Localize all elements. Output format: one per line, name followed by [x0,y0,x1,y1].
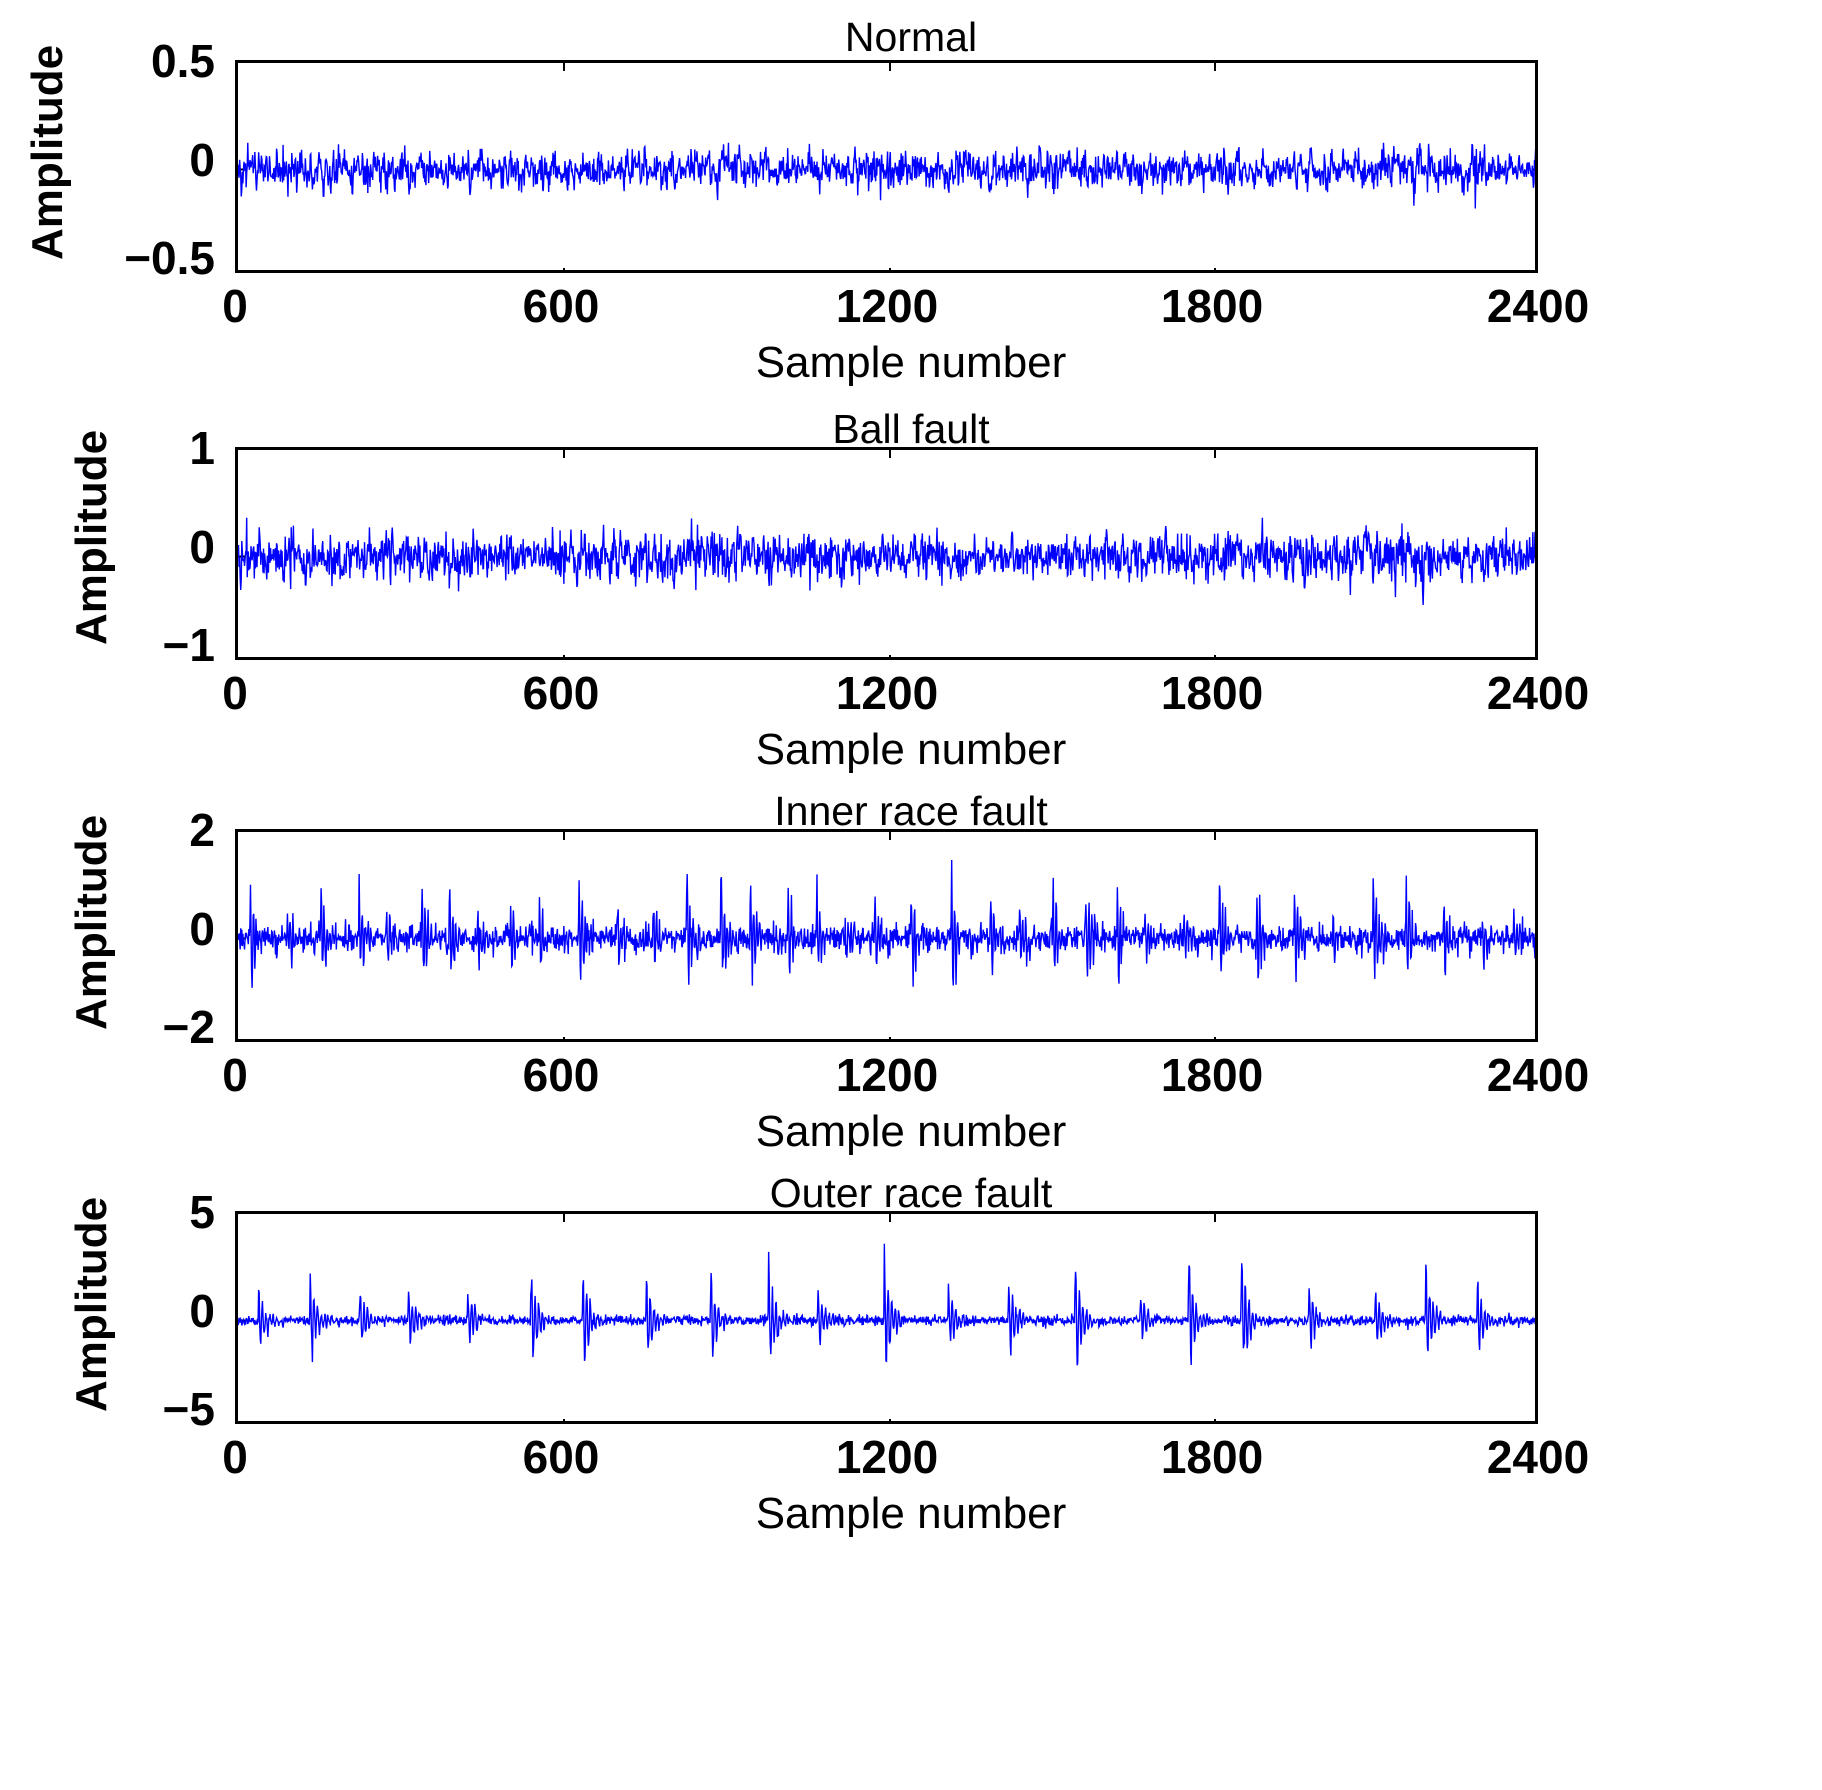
y-tick-inner-2: −2 [162,1001,215,1053]
plot-area-ball-fault [235,447,1538,660]
waveform-outer-race-fault [238,1243,1535,1366]
x-tick-outer-3: 1800 [1160,1431,1264,1483]
figure-root: Normal Amplitude 0.5 0 −0.5 0 600 1200 1… [0,0,1822,1790]
subplot-title-normal: Normal [844,14,978,60]
plot-area-normal [235,60,1538,273]
y-axis-label-inner-race-fault: Amplitude [67,814,116,1030]
x-tick-ball-0: 0 [222,667,248,719]
x-tick-normal-3: 1800 [1160,280,1264,332]
y-tick-inner-1: 0 [189,903,215,955]
x-tick-ball-1: 600 [522,667,600,719]
plot-area-inner-race-fault [235,829,1538,1042]
x-tick-outer-0: 0 [222,1431,248,1483]
y-tick-ball-2: −1 [162,619,215,671]
x-tick-outer-4: 2400 [1486,1431,1590,1483]
x-tick-normal-2: 1200 [835,280,939,332]
x-tick-outer-1: 600 [522,1431,600,1483]
x-tick-ball-4: 2400 [1486,667,1590,719]
signal-plot-ball-fault [238,450,1535,657]
waveform-normal [238,142,1535,209]
subplot-title-inner-race-fault: Inner race fault [774,788,1048,834]
waveform-ball-fault [238,517,1535,606]
y-axis-label-ball-fault: Amplitude [67,429,116,645]
y-axis-label-normal: Amplitude [23,44,72,260]
y-tick-normal-0: 0.5 [151,35,215,87]
y-tick-outer-0: 5 [189,1186,215,1238]
plot-area-outer-race-fault [235,1211,1538,1424]
x-tick-ball-2: 1200 [835,667,939,719]
y-axis-label-outer-race-fault: Amplitude [67,1196,116,1412]
x-tick-normal-1: 600 [522,280,600,332]
y-tick-ball-0: 1 [189,422,215,474]
x-tick-inner-0: 0 [222,1049,248,1101]
x-tick-outer-2: 1200 [835,1431,939,1483]
y-tick-outer-2: −5 [162,1383,215,1435]
subplot-title-outer-race-fault: Outer race fault [769,1170,1053,1216]
subplot-title-ball-fault: Ball fault [832,406,990,452]
waveform-inner-race-fault [238,859,1535,988]
x-tick-inner-1: 600 [522,1049,600,1101]
x-tick-normal-0: 0 [222,280,248,332]
y-tick-outer-1: 0 [189,1285,215,1337]
x-tick-ball-3: 1800 [1160,667,1264,719]
signal-plot-outer-race-fault [238,1214,1535,1421]
y-tick-ball-1: 0 [189,521,215,573]
y-tick-normal-2: −0.5 [124,232,215,284]
x-axis-label-outer-race-fault: Sample number [755,1489,1067,1538]
x-tick-normal-4: 2400 [1486,280,1590,332]
x-axis-label-normal: Sample number [755,338,1067,387]
x-tick-inner-4: 2400 [1486,1049,1590,1101]
x-tick-inner-2: 1200 [835,1049,939,1101]
x-axis-label-ball-fault: Sample number [755,725,1067,774]
y-tick-inner-0: 2 [189,804,215,856]
signal-plot-normal [238,63,1535,270]
y-tick-normal-1: 0 [189,134,215,186]
x-tick-inner-3: 1800 [1160,1049,1264,1101]
x-axis-label-inner-race-fault: Sample number [755,1107,1067,1156]
signal-plot-inner-race-fault [238,832,1535,1039]
